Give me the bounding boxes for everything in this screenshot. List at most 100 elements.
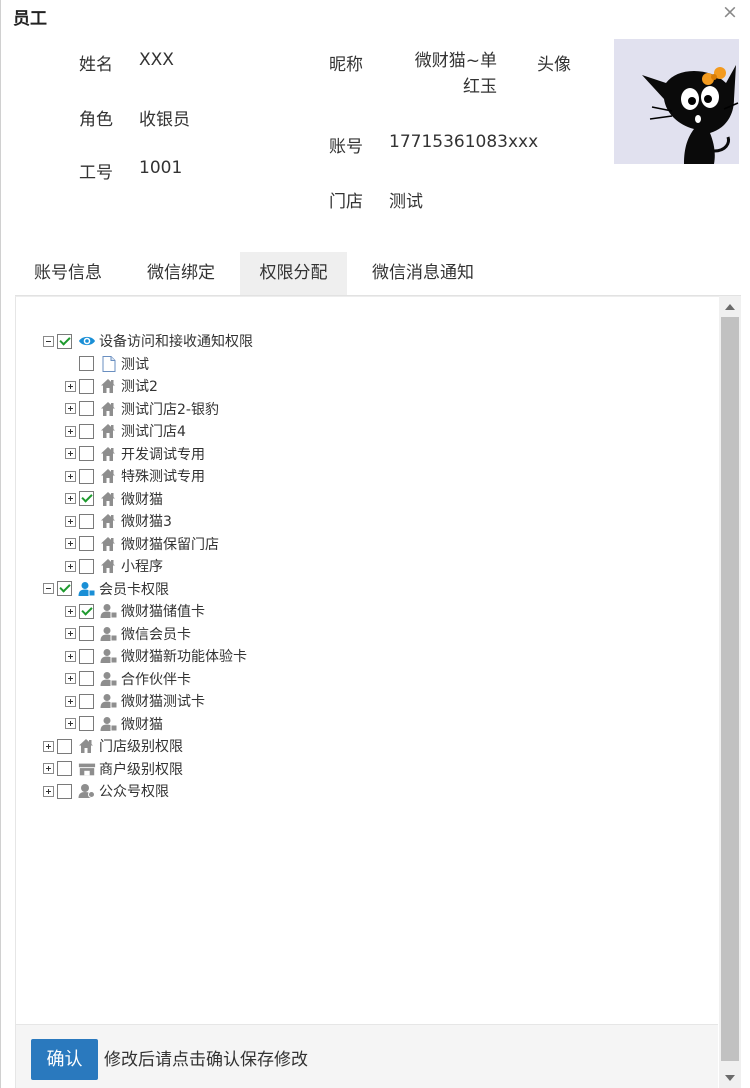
account-value: 17715361083xxx: [389, 132, 539, 152]
tree-node-label: 微财猫: [121, 716, 163, 733]
store-icon: [100, 400, 118, 418]
tree-node[interactable]: 微财猫: [65, 489, 163, 509]
footer-bar: 确认 修改后请点击确认保存修改: [16, 1024, 718, 1088]
tree-node-label: 小程序: [121, 559, 163, 575]
name-value: XXX: [139, 50, 174, 70]
expand-icon[interactable]: [65, 560, 76, 572]
permission-checkbox[interactable]: [79, 356, 94, 371]
permission-checkbox[interactable]: [79, 693, 94, 709]
tree-node[interactable]: 微财猫保留门店: [65, 534, 219, 554]
expand-icon[interactable]: [43, 763, 54, 774]
expand-icon[interactable]: [65, 493, 76, 504]
permission-checkbox[interactable]: [79, 401, 94, 416]
permission-checkbox[interactable]: [79, 536, 94, 551]
store-icon: [100, 422, 118, 440]
tree-node-label: 会员卡权限: [99, 581, 169, 598]
permission-checkbox[interactable]: [79, 513, 94, 529]
nickname-value-line1: 微财猫~单: [414, 51, 497, 71]
expand-icon[interactable]: [43, 740, 54, 752]
expand-icon[interactable]: [65, 380, 76, 392]
permission-panel: 设备访问和接收通知权限测试测试2 测试门店2-银豹测试门店4 开发调试专用特殊测试专…: [15, 296, 719, 1088]
collapse-icon[interactable]: [43, 583, 54, 594]
expand-icon[interactable]: [65, 673, 76, 684]
permission-checkbox[interactable]: [79, 378, 94, 394]
tree-node[interactable]: 微信会员卡: [65, 624, 191, 644]
expand-icon[interactable]: [65, 628, 76, 639]
close-icon[interactable]: ×: [719, 1, 741, 23]
scrollbar[interactable]: [719, 296, 741, 1088]
member-card-icon: [100, 715, 118, 733]
member-card-icon: [100, 647, 118, 665]
tree-node-label: 微财猫储值卡: [121, 604, 205, 620]
tab-wechat-binding[interactable]: 微信绑定: [133, 252, 229, 295]
tree-node[interactable]: 会员卡权限: [43, 579, 169, 599]
permission-checkbox[interactable]: [79, 603, 94, 619]
expand-icon[interactable]: [65, 448, 76, 459]
permission-checkbox[interactable]: [57, 333, 72, 349]
expand-icon[interactable]: [65, 470, 76, 482]
tree-node-label: 测试: [121, 356, 149, 373]
tree-node[interactable]: 微财猫3: [65, 511, 172, 531]
tree-node[interactable]: 微财猫测试卡: [65, 691, 205, 711]
black-cat-avatar-icon: [642, 65, 739, 164]
tree-node[interactable]: 微财猫储值卡: [65, 601, 205, 621]
permission-checkbox[interactable]: [79, 423, 94, 439]
tab-account-info[interactable]: 账号信息: [15, 252, 121, 295]
tree-node-label: 测试门店2-银豹: [121, 401, 219, 418]
tree-node[interactable]: 测试2: [65, 376, 158, 396]
confirm-button[interactable]: 确认: [31, 1039, 98, 1080]
merchant-icon: [78, 760, 96, 778]
tree-node[interactable]: 门店级别权限: [43, 736, 183, 756]
tree-node[interactable]: 测试门店2-银豹: [65, 399, 219, 419]
permission-checkbox[interactable]: [57, 738, 72, 754]
permission-checkbox[interactable]: [79, 626, 94, 641]
tab-wechat-notifications[interactable]: 微信消息通知: [359, 252, 487, 295]
tree-node-label: 微财猫3: [121, 514, 172, 530]
collapse-icon[interactable]: [43, 335, 54, 347]
tree-node[interactable]: 测试: [65, 354, 149, 374]
permission-checkbox[interactable]: [79, 671, 94, 686]
tree-node[interactable]: 合作伙伴卡: [65, 669, 191, 689]
expand-icon[interactable]: [65, 538, 76, 549]
tree-node[interactable]: 测试门店4: [65, 421, 186, 441]
expand-icon[interactable]: [43, 785, 54, 797]
expand-icon[interactable]: [65, 718, 76, 729]
avatar-label: 头像: [537, 55, 571, 75]
scrollbar-thumb[interactable]: [721, 317, 739, 1061]
scroll-up-arrow-icon[interactable]: [719, 296, 741, 316]
expand-icon[interactable]: [65, 605, 76, 617]
expand-icon[interactable]: [65, 425, 76, 437]
permission-checkbox[interactable]: [79, 716, 94, 731]
permission-checkbox[interactable]: [79, 468, 94, 484]
expand-icon[interactable]: [65, 650, 76, 662]
permission-checkbox[interactable]: [79, 491, 94, 506]
tab-permission-assignment[interactable]: 权限分配: [240, 252, 347, 295]
tree-node-label: 开发调试专用: [121, 446, 205, 463]
scroll-down-arrow-icon[interactable]: [719, 1068, 741, 1088]
tree-node-label: 公众号权限: [99, 784, 169, 800]
expand-icon[interactable]: [65, 695, 76, 707]
document-icon: [100, 355, 118, 373]
tree-node-label: 微财猫新功能体验卡: [121, 649, 247, 665]
member-blue-icon: [78, 580, 96, 598]
tree-node[interactable]: 微财猫: [65, 714, 163, 734]
nickname-label: 昵称: [329, 55, 363, 75]
expand-icon[interactable]: [65, 515, 76, 527]
permission-checkbox[interactable]: [79, 558, 94, 574]
tree-node[interactable]: 商户级别权限: [43, 759, 183, 779]
tree-node-label: 微财猫: [121, 491, 163, 508]
expand-icon[interactable]: [65, 403, 76, 414]
store-icon: [100, 512, 118, 530]
permission-checkbox[interactable]: [57, 581, 72, 596]
permission-checkbox[interactable]: [57, 761, 72, 776]
tree-node[interactable]: 微财猫新功能体验卡: [65, 646, 247, 666]
permission-checkbox[interactable]: [79, 446, 94, 461]
permission-checkbox[interactable]: [79, 648, 94, 664]
tree-node[interactable]: 公众号权限: [43, 781, 169, 801]
tree-node[interactable]: 特殊测试专用: [65, 466, 205, 486]
tab-bar: 账号信息 微信绑定 权限分配 微信消息通知: [15, 252, 741, 296]
tree-node[interactable]: 设备访问和接收通知权限: [43, 331, 253, 351]
tree-node[interactable]: 小程序: [65, 556, 163, 576]
permission-checkbox[interactable]: [57, 783, 72, 799]
tree-node[interactable]: 开发调试专用: [65, 444, 205, 464]
